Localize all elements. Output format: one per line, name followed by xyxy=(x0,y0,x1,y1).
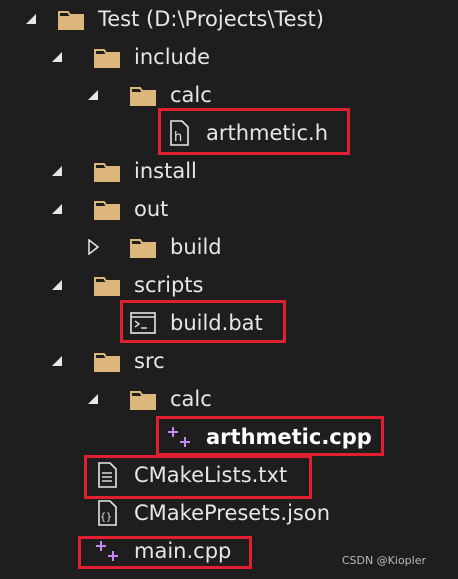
expanded-arrow-icon[interactable] xyxy=(48,276,66,294)
tree-item-src[interactable]: src xyxy=(0,342,458,380)
folder-icon xyxy=(94,159,120,183)
folder-icon xyxy=(94,45,120,69)
svg-text:{}: {} xyxy=(100,512,112,523)
collapsed-arrow-icon[interactable] xyxy=(84,238,102,256)
json-file-icon: {} xyxy=(94,500,120,526)
tree-item-install[interactable]: install xyxy=(0,152,458,190)
watermark: CSDN @Kiopler xyxy=(341,554,426,567)
expanded-arrow-icon[interactable] xyxy=(84,86,102,104)
tree-item-label: scripts xyxy=(134,273,204,297)
highlight-box xyxy=(120,300,286,343)
expanded-arrow-icon[interactable] xyxy=(22,10,40,28)
folder-icon xyxy=(94,197,120,221)
expanded-arrow-icon[interactable] xyxy=(48,48,66,66)
tree-item-label: include xyxy=(134,45,211,69)
folder-icon xyxy=(58,7,84,31)
folder-icon xyxy=(130,83,156,107)
tree-item-cmakepresets[interactable]: {} CMakePresets.json xyxy=(0,494,458,532)
tree-item-label: out xyxy=(134,197,169,221)
expanded-arrow-icon[interactable] xyxy=(48,352,66,370)
tree-item-out[interactable]: out xyxy=(0,190,458,228)
tree-item-include[interactable]: include xyxy=(0,38,458,76)
tree-item-label: src xyxy=(134,349,165,373)
folder-icon xyxy=(130,387,156,411)
folder-icon xyxy=(94,273,120,297)
tree-item-src-calc[interactable]: calc xyxy=(0,380,458,418)
tree-item-scripts[interactable]: scripts xyxy=(0,266,458,304)
folder-icon xyxy=(130,235,156,259)
expanded-arrow-icon[interactable] xyxy=(48,162,66,180)
tree-item-label: Test (D:\Projects\Test) xyxy=(98,7,324,31)
highlight-box xyxy=(78,536,252,569)
tree-item-out-build[interactable]: build xyxy=(0,228,458,266)
tree-item-label: install xyxy=(134,159,197,183)
tree-item-label: calc xyxy=(170,387,212,411)
tree-item-label: build xyxy=(170,235,222,259)
tree-item-label: CMakePresets.json xyxy=(134,501,331,525)
folder-icon xyxy=(94,349,120,373)
expanded-arrow-icon[interactable] xyxy=(84,390,102,408)
tree-item-root[interactable]: Test (D:\Projects\Test) xyxy=(0,0,458,38)
highlight-box xyxy=(158,108,350,155)
expanded-arrow-icon[interactable] xyxy=(48,200,66,218)
highlight-box xyxy=(156,416,384,456)
highlight-box xyxy=(84,455,312,499)
